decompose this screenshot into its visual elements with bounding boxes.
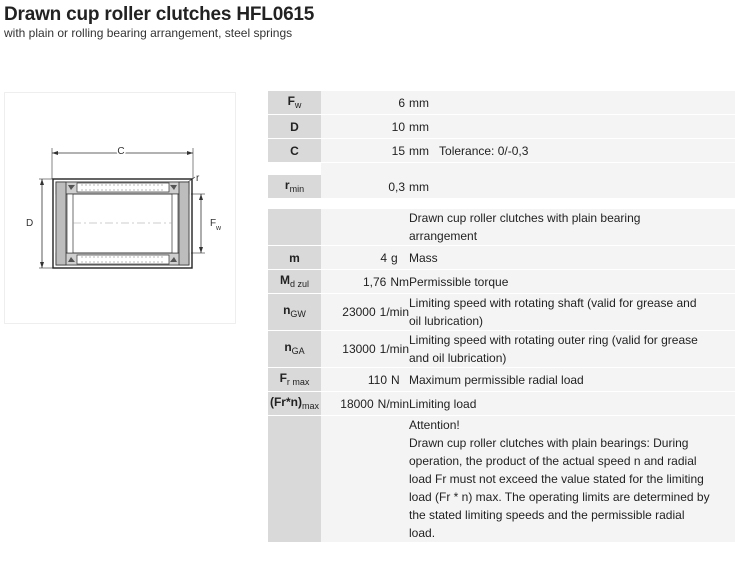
attention-note: Attention! Drawn cup roller clutches wit… bbox=[409, 415, 735, 543]
dimension-label-r: r bbox=[196, 173, 200, 184]
unit-description-cell: mm bbox=[409, 91, 735, 115]
page-subtitle: with plain or rolling bearing arrangemen… bbox=[4, 26, 293, 40]
spec-row-note: Attention! Drawn cup roller clutches wit… bbox=[268, 415, 735, 543]
dimension-label-c: C bbox=[117, 146, 124, 157]
variant-description: Drawn cup roller clutches with plain bea… bbox=[409, 209, 735, 246]
spec-row-rmin: rmin 0,3 mm bbox=[268, 175, 735, 199]
spec-row-ngw: nGW 23000 1/min Limiting speed with rotat… bbox=[268, 293, 735, 331]
spec-row-variant: Drawn cup roller clutches with plain bea… bbox=[268, 209, 735, 246]
clutch-cross-section-drawing: C D F w r bbox=[26, 145, 222, 269]
svg-text:w: w bbox=[215, 225, 222, 232]
tolerance-text: Tolerance: 0/-0,3 bbox=[439, 143, 529, 158]
symbol-cell: Fw bbox=[268, 91, 321, 115]
technical-drawing: C D F w r bbox=[4, 92, 236, 324]
spec-row-nga: nGA 13000 1/min Limiting speed with rotat… bbox=[268, 330, 735, 368]
dimension-label-d: D bbox=[26, 218, 33, 229]
specifications-table: Fw 6 mm D 10 mm C 15 mm Tolerance: 0/-0,… bbox=[268, 91, 735, 543]
spec-row-torque: Md zul 1,76 Nm Permissible torque bbox=[268, 269, 735, 294]
spec-row-frn: (Fr*n)max 18000 N/min Limiting load bbox=[268, 391, 735, 416]
spec-row-fw: Fw 6 mm bbox=[268, 91, 735, 115]
spec-row-d: D 10 mm bbox=[268, 114, 735, 139]
page-title: Drawn cup roller clutches HFL0615 bbox=[4, 4, 315, 25]
spec-row-frmax: Fr max 110 N Maximum permissible radial l… bbox=[268, 367, 735, 392]
spec-row-c: C 15 mm Tolerance: 0/-0,3 bbox=[268, 138, 735, 163]
value-cell: 6 bbox=[321, 91, 409, 115]
spec-row-mass: m 4g Mass bbox=[268, 245, 735, 270]
